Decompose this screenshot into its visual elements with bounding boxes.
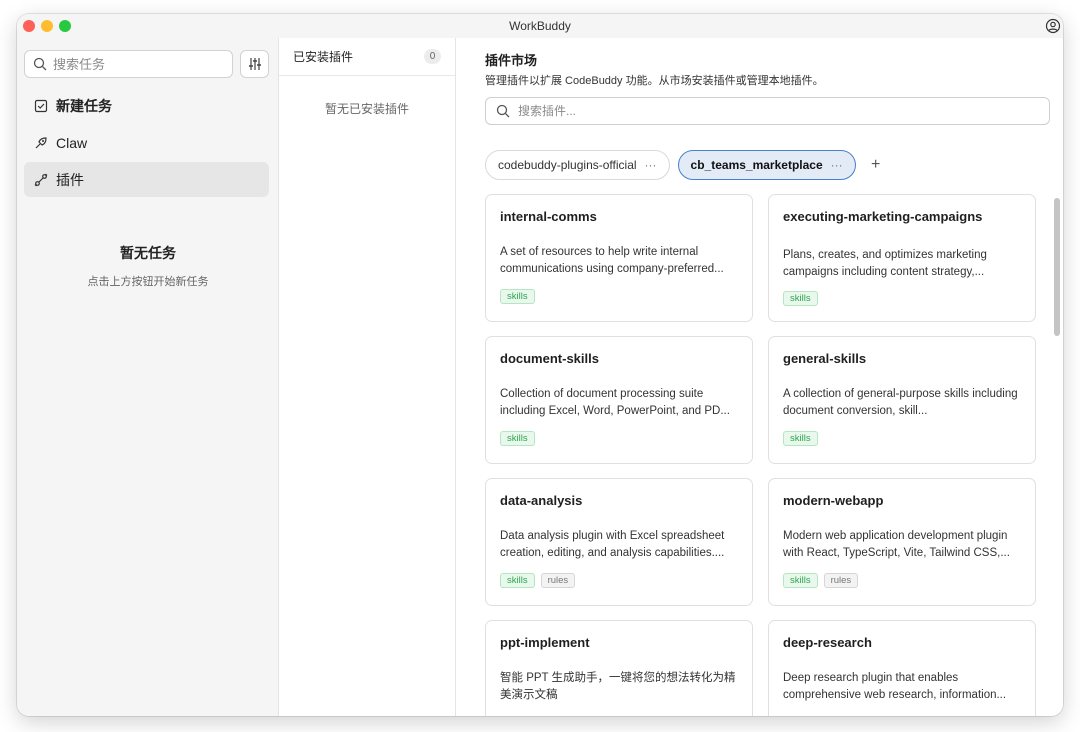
marketplace-title: 插件市场 [485, 53, 538, 68]
empty-tasks-title: 暂无任务 [120, 245, 176, 261]
new-task-icon [34, 99, 48, 112]
plugin-tags: skills [783, 431, 818, 446]
plugin-card[interactable]: data-analysis Data analysis plugin with E… [485, 478, 753, 606]
plugin-tags: skills [500, 289, 535, 304]
plugin-name: ppt-implement [500, 635, 590, 650]
app-window: WorkBuddy 搜索任务 新建任务 Claw 插件 暂无任务 点击上方按钮开… [17, 14, 1063, 716]
tag-skills: skills [500, 573, 535, 588]
tag-skills: skills [500, 431, 535, 446]
tag-rules: rules [823, 573, 859, 588]
plugin-grid: internal-comms A set of resources to help… [485, 194, 1050, 716]
account-icon[interactable] [1045, 18, 1061, 34]
plugin-card[interactable]: general-skills A collection of general-pu… [768, 336, 1036, 464]
window-controls [23, 20, 71, 32]
plugin-description: Collection of document processing suite … [500, 388, 730, 417]
plugin-grid-viewport: internal-comms A set of resources to help… [485, 194, 1050, 716]
installed-plugins-header: 已安装插件 0 [279, 38, 455, 76]
plugin-description: A collection of general-purpose skills i… [783, 388, 1018, 417]
source-tab-teams[interactable]: cb_teams_marketplace ··· [677, 150, 856, 180]
plugin-card[interactable]: document-skills Collection of document pr… [485, 336, 753, 464]
plugin-search-input[interactable] [518, 104, 1018, 118]
sidebar-item-plugins[interactable]: 插件 [24, 162, 269, 197]
source-label: codebuddy-plugins-official [498, 158, 637, 172]
source-label: cb_teams_marketplace [690, 158, 823, 172]
tag-rules: rules [540, 573, 576, 588]
more-options-icon[interactable]: ··· [645, 158, 657, 172]
plugin-name: data-analysis [500, 493, 583, 508]
sidebar-item-claw[interactable]: Claw [24, 125, 269, 160]
sidebar: 新建任务 Claw 插件 暂无任务 [17, 38, 279, 716]
empty-tasks: 暂无任务 点击上方按钮开始新任务 [17, 243, 279, 289]
sidebar-nav: 新建任务 Claw 插件 [24, 88, 269, 199]
plugin-card[interactable]: internal-comms A set of resources to help… [485, 194, 753, 322]
tag-skills: skills [783, 291, 818, 306]
marketplace-sources: codebuddy-plugins-official ··· cb_teams_… [485, 150, 888, 180]
tag-skills: skills [783, 431, 818, 446]
sidebar-item-label: 新建任务 [56, 97, 112, 114]
plugin-name: internal-comms [500, 209, 597, 224]
plugin-name: executing-marketing-campaigns [783, 209, 983, 224]
installed-empty-text: 暂无已安装插件 [324, 102, 409, 116]
task-search-box[interactable] [24, 50, 233, 78]
window-title: WorkBuddy [509, 19, 571, 33]
plugin-description: Deep research plugin that enables compre… [783, 672, 1007, 701]
installed-plugins-panel: 已安装插件 0 暂无已安装插件 [279, 38, 456, 716]
source-tab-official[interactable]: codebuddy-plugins-official ··· [485, 150, 670, 180]
tag-skills: skills [500, 289, 535, 304]
tag-skills: skills [783, 573, 818, 588]
sidebar-item-new-task[interactable]: 新建任务 [24, 88, 269, 123]
plugin-icon [34, 173, 48, 186]
maximize-window-button[interactable] [59, 20, 71, 32]
sidebar-item-label: 插件 [56, 171, 84, 188]
more-options-icon[interactable]: ··· [831, 158, 843, 172]
plugin-search-box[interactable] [485, 97, 1050, 125]
plugin-tags: skills rules [500, 573, 576, 588]
plugin-name: document-skills [500, 351, 599, 366]
plugin-description: Modern web application development plugi… [783, 530, 1010, 559]
plugin-description: 智能 PPT 生成助手，一键将您的想法转化为精美演示文稿 [500, 672, 736, 701]
filter-button[interactable] [240, 50, 269, 78]
plugin-card[interactable]: modern-webapp Modern web application deve… [768, 478, 1036, 606]
sliders-icon [248, 58, 261, 70]
plugin-description: A set of resources to help write interna… [500, 246, 724, 275]
scrollbar[interactable] [1054, 198, 1060, 336]
plugin-description: Plans, creates, and optimizes marketing … [783, 249, 987, 278]
marketplace-subtitle: 管理插件以扩展 CodeBuddy 功能。从市场安装插件或管理本地插件。 [485, 75, 824, 87]
task-search-input[interactable] [53, 56, 213, 72]
installed-count-badge: 0 [424, 49, 441, 64]
plugin-name: deep-research [783, 635, 872, 650]
claw-icon [35, 136, 47, 148]
sidebar-item-label: Claw [56, 134, 88, 151]
plugin-card[interactable]: ppt-implement 智能 PPT 生成助手，一键将您的想法转化为精美演示文… [485, 620, 753, 716]
close-window-button[interactable] [23, 20, 35, 32]
plugin-tags: skills [500, 431, 535, 446]
plugin-description: Data analysis plugin with Excel spreadsh… [500, 530, 725, 559]
plugin-card[interactable]: deep-research Deep research plugin that e… [768, 620, 1036, 716]
plugin-marketplace: 插件市场 管理插件以扩展 CodeBuddy 功能。从市场安装插件或管理本地插件… [456, 38, 1063, 716]
plugin-tags: skills rules [783, 573, 859, 588]
plugin-name: general-skills [783, 351, 867, 366]
title-bar: WorkBuddy [17, 14, 1063, 38]
installed-plugins-title: 已安装插件 [293, 50, 354, 64]
plugin-name: modern-webapp [783, 493, 884, 508]
plugin-tags: skills [783, 291, 818, 306]
plugin-card[interactable]: executing-marketing-campaigns Plans, crea… [768, 194, 1036, 322]
add-source-button[interactable]: + [864, 153, 888, 177]
search-icon [496, 104, 510, 118]
empty-tasks-hint: 点击上方按钮开始新任务 [87, 276, 209, 288]
minimize-window-button[interactable] [41, 20, 53, 32]
search-icon [33, 57, 47, 71]
